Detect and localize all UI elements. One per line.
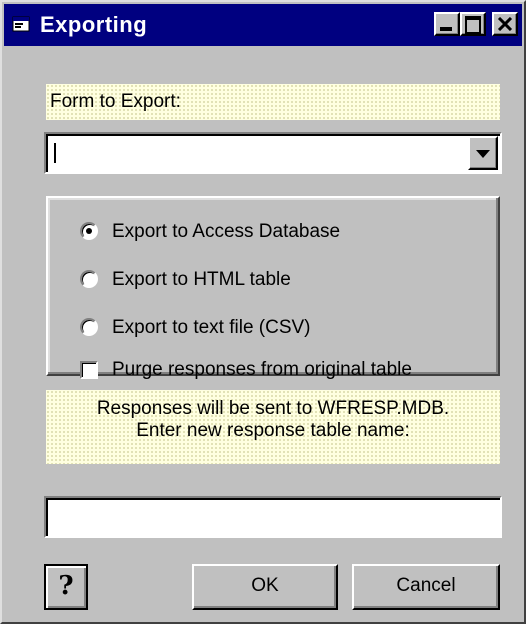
title-bar[interactable]: Exporting (4, 4, 522, 46)
info-line-2: Enter new response table name: (136, 420, 410, 441)
response-info-label: Responses will be sent to WFRESP.MDB. En… (46, 390, 500, 464)
export-access-label[interactable]: Export to Access Database (112, 218, 340, 246)
info-line-1: Responses will be sent to WFRESP.MDB. (96, 398, 450, 419)
dropdown-button[interactable] (468, 136, 498, 170)
minimize-button[interactable] (434, 12, 460, 36)
exporting-dialog: Exporting Form to Export: Export to Acce… (0, 0, 526, 624)
help-icon: ? (58, 571, 74, 601)
checkbox-icon[interactable] (80, 361, 98, 379)
radio-icon[interactable] (80, 318, 98, 336)
text-caret (54, 143, 56, 163)
export-csv-label[interactable]: Export to text file (CSV) (112, 314, 311, 342)
form-select[interactable] (44, 132, 502, 174)
app-window-icon[interactable] (12, 16, 30, 32)
table-name-input[interactable] (44, 496, 502, 538)
purge-responses-label[interactable]: Purge responses from original table (112, 356, 412, 384)
window-title: Exporting (40, 12, 148, 37)
cancel-button[interactable]: Cancel (352, 564, 500, 610)
form-to-export-label: Form to Export: (46, 84, 500, 120)
close-icon (497, 17, 513, 31)
maximize-button[interactable] (460, 12, 486, 36)
help-button[interactable]: ? (44, 564, 88, 610)
radio-icon[interactable] (80, 270, 98, 288)
close-button[interactable] (492, 12, 518, 36)
ok-button[interactable]: OK (192, 564, 338, 610)
radio-checked-icon[interactable] (80, 222, 98, 240)
export-html-label[interactable]: Export to HTML table (112, 266, 291, 294)
